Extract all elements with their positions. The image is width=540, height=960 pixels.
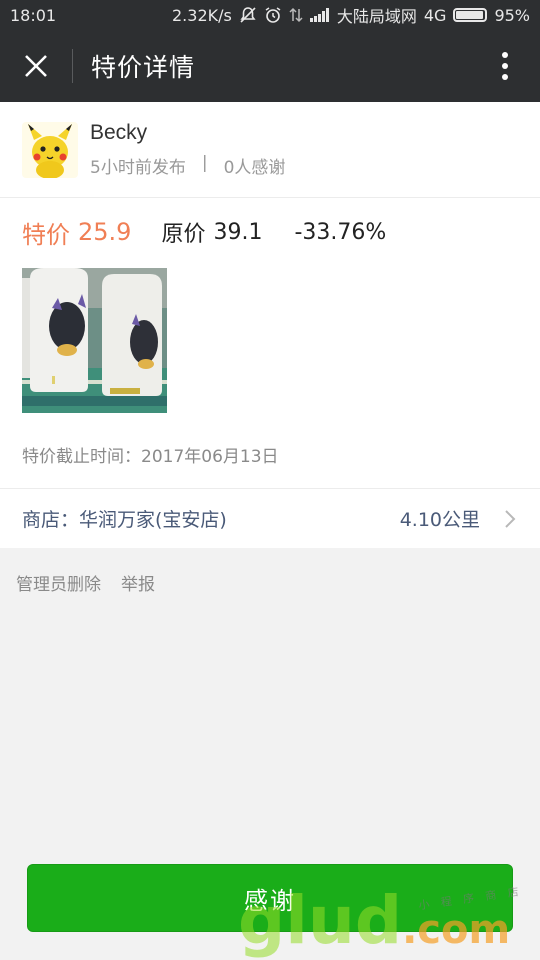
special-price-label: 特价 <box>22 220 70 249</box>
close-icon <box>25 55 47 77</box>
deal-card: Becky 5小时前发布 | 0人感谢 特价 25.9 原价 39.1 -33.… <box>0 102 540 548</box>
special-price-value: 25.9 <box>78 218 132 246</box>
battery-fill <box>456 11 484 19</box>
signal-icon <box>309 8 330 22</box>
store-distance: 4.10公里 <box>399 509 480 531</box>
more-button[interactable] <box>470 30 540 102</box>
nav-divider <box>72 49 73 83</box>
avatar[interactable] <box>22 121 78 178</box>
meta-separator: | <box>201 153 208 173</box>
chevron-right-icon <box>496 509 524 529</box>
post-meta: 5小时前发布 | 0人感谢 <box>90 153 285 178</box>
discount-percent: -33.76% <box>294 219 387 245</box>
page-title: 特价详情 <box>91 53 196 82</box>
alarm-icon <box>264 6 282 24</box>
store-name: 华润万家(宝安店) <box>79 509 227 531</box>
status-bar: 18:01 2.32K/s 大陆局域网 4G 95% <box>0 0 540 30</box>
data-arrows-icon <box>289 6 303 24</box>
original-price-value: 39.1 <box>213 219 263 245</box>
user-info: Becky 5小时前发布 | 0人感谢 <box>90 121 285 178</box>
carrier-name: 大陆局域网 <box>336 7 417 26</box>
product-photo[interactable] <box>22 268 167 413</box>
store-label: 商店： <box>22 509 80 531</box>
network-speed: 2.32K/s <box>172 5 232 25</box>
thanks-count: 0人感谢 <box>223 158 286 178</box>
report-link[interactable]: 举报 <box>121 570 155 595</box>
network-type: 4G <box>423 5 447 25</box>
deadline-row: 特价截止时间： 2017年06月13日 <box>22 442 279 467</box>
deadline-value: 2017年06月13日 <box>141 447 279 467</box>
thanks-button[interactable]: 感谢 <box>27 864 513 932</box>
original-price-label: 原价 <box>161 222 206 247</box>
deadline-label: 特价截止时间： <box>22 447 141 467</box>
nav-bar: 特价详情 <box>0 30 540 102</box>
posted-time: 5小时前发布 <box>90 158 186 178</box>
price-row: 特价 25.9 原价 39.1 -33.76% <box>0 198 540 266</box>
admin-delete-link[interactable]: 管理员删除 <box>16 570 101 595</box>
user-row: Becky 5小时前发布 | 0人感谢 <box>0 102 540 198</box>
admin-actions: 管理员删除 举报 <box>16 570 155 595</box>
status-right: 2.32K/s 大陆局域网 4G 95% <box>172 3 530 27</box>
close-button[interactable] <box>0 30 72 102</box>
status-time: 18:01 <box>10 5 57 25</box>
more-vertical-icon <box>502 52 508 80</box>
mute-icon <box>239 6 257 24</box>
battery-percent: 95% <box>494 5 530 25</box>
battery-icon <box>453 8 488 22</box>
store-row[interactable]: 商店： 华润万家(宝安店) 4.10公里 <box>0 488 540 548</box>
user-name[interactable]: Becky <box>90 121 285 145</box>
